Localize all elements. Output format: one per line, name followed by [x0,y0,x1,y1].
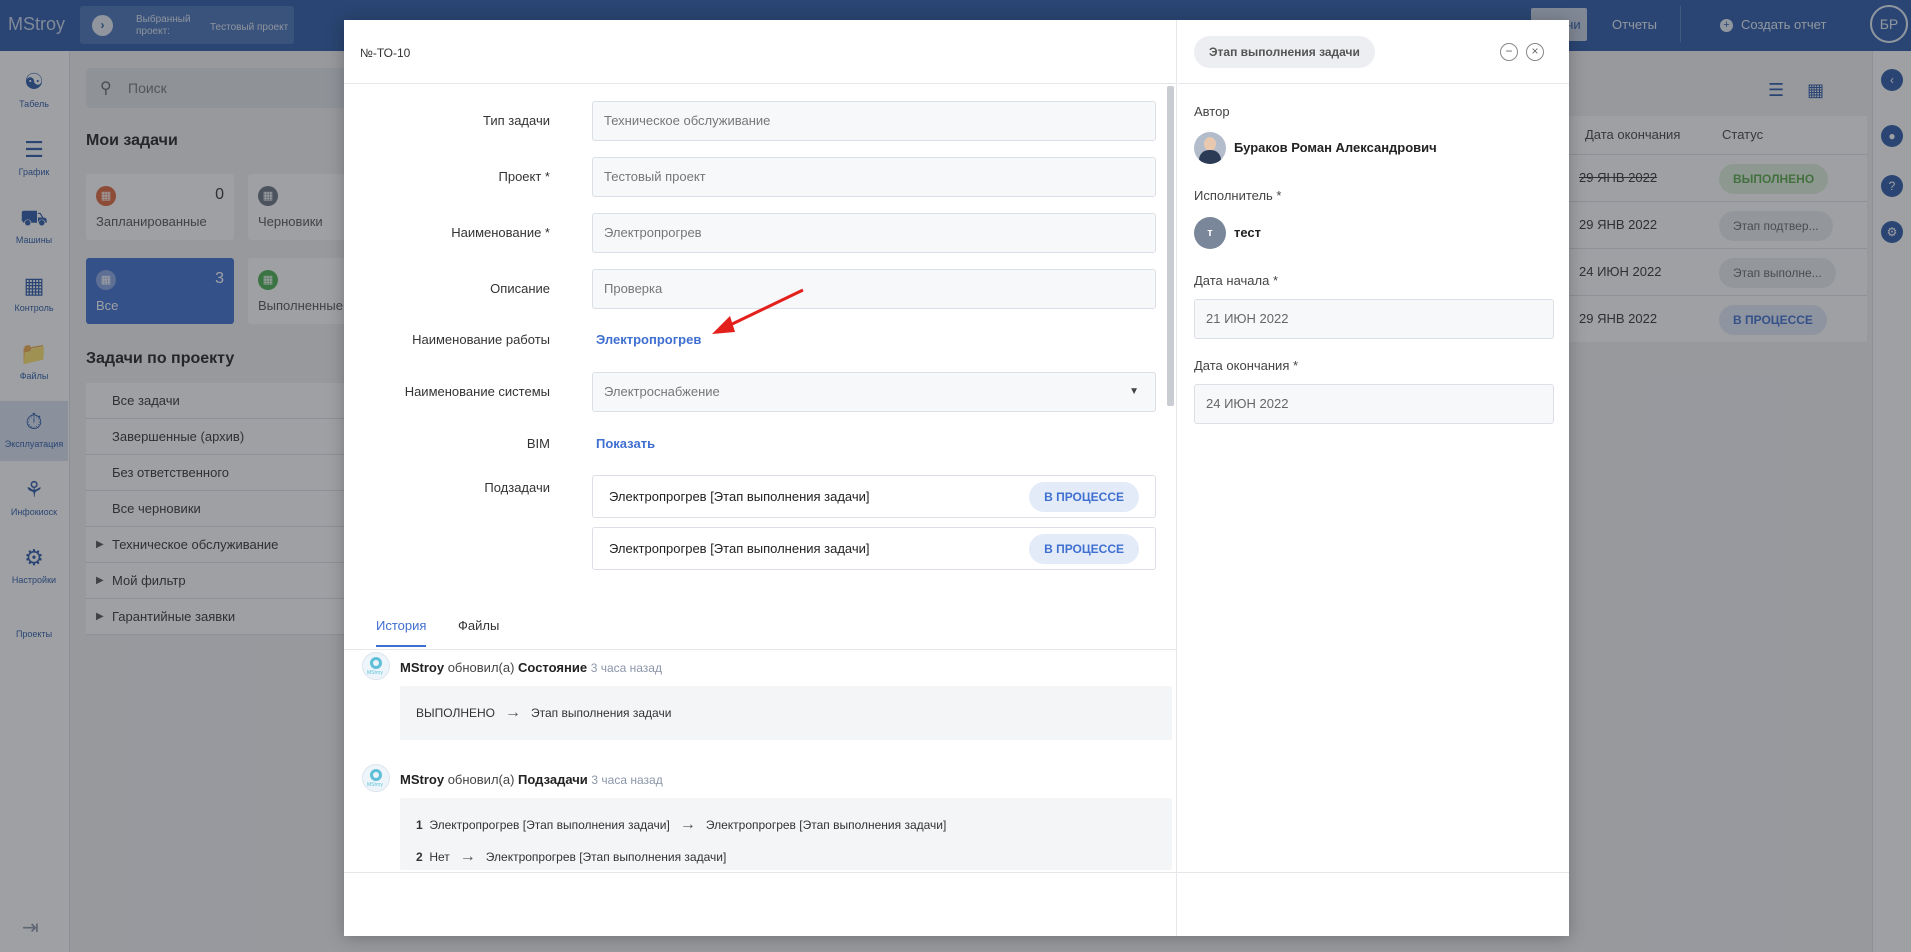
task-details-panel: №-ТО-10 Тип задачи Техническое обслужива… [344,20,1177,936]
field-label: Тип задачи [482,113,550,128]
assignee-avatar: т [1194,217,1226,249]
task-id: №-ТО-10 [360,46,411,60]
mstroy-avatar: MStroy [362,652,390,680]
modal-footer-divider [344,872,1569,873]
author-avatar [1194,132,1226,164]
field-label: Наименование работы [412,332,550,347]
task-type-input[interactable]: Техническое обслуживание [592,101,1156,141]
arrow-right-icon: → [505,704,521,721]
task-modal: №-ТО-10 Тип задачи Техническое обслужива… [344,20,1569,936]
change-index: 2 [416,850,423,864]
subtask-title: Электропрогрев [Этап выполнения задачи] [609,541,870,556]
change-row: 2 Нет → Электропрогрев [Этап выполнения за… [416,848,726,866]
field-label: Наименование * [451,225,550,240]
subtask-item[interactable]: Электропрогрев [Этап выполнения задачи] … [592,527,1156,570]
history-author: MStroy [400,772,445,787]
end-date-input[interactable]: 24 ИЮН 2022 [1194,384,1554,424]
field-label: BIM [526,436,550,451]
history-action: обновил(а) [447,772,515,787]
author-name: Бураков Роман Александрович [1234,140,1437,155]
history-field: Состояние [518,660,588,675]
modal-header: №-ТО-10 [344,20,1177,84]
assignee[interactable]: т тест [1194,217,1554,249]
history-author: MStroy [400,660,445,675]
arrow-right-icon: → [679,816,696,833]
stage-badge[interactable]: Этап выполнения задачи [1194,36,1375,68]
details-tabs: История Файлы [344,596,1177,650]
history-line: MStroy обновил(а) Подзадачи 3 часа назад [400,772,663,787]
history-time: 3 часа назад [591,773,663,787]
history-change-box: ВЫПОЛНЕНО → Этап выполнения задачи [400,686,1172,740]
tab-history[interactable]: История [376,618,427,647]
field-label: Подзадачи [484,480,550,495]
field-label: Описание [490,281,550,296]
history-change-box: 1 Электропрогрев [Этап выполнения задачи… [400,798,1172,870]
change-to: Электропрогрев [Этап выполнения задачи] [485,850,727,864]
history-field: Подзадачи [518,772,588,787]
side-panel-header: Этап выполнения задачи − × [1178,20,1569,84]
end-date-label: Дата окончания * [1194,358,1299,373]
tab-files[interactable]: Файлы [458,618,499,645]
history-time: 3 часа назад [590,661,662,675]
description-input[interactable]: Проверка [592,269,1156,309]
project-input[interactable]: Тестовый проект [592,157,1156,197]
change-from: Электропрогрев [Этап выполнения задачи] [429,818,670,832]
history-action: обновил(а) [447,660,515,675]
assignee-name: тест [1234,225,1262,240]
change-from: ВЫПОЛНЕНО [416,706,495,720]
change-from: Нет [429,850,450,864]
assignee-label: Исполнитель * [1194,188,1282,203]
history-line: MStroy обновил(а) Состояние 3 часа назад [400,660,662,675]
task-side-panel: Этап выполнения задачи − × Автор Бураков… [1178,20,1569,936]
change-to: Электропрогрев [Этап выполнения задачи] [705,818,947,832]
change-row: ВЫПОЛНЕНО → Этап выполнения задачи [416,704,671,722]
status-badge: В ПРОЦЕССЕ [1029,534,1139,564]
subtask-title: Электропрогрев [Этап выполнения задачи] [609,489,870,504]
arrow-right-icon: → [459,848,476,865]
bim-show-link[interactable]: Показать [596,436,655,451]
close-icon[interactable]: × [1526,43,1544,61]
caret-down-icon: ▼ [1129,386,1139,397]
status-badge: В ПРОЦЕССЕ [1029,482,1139,512]
field-label: Проект * [498,169,551,184]
field-label: Наименование системы [404,384,550,399]
subtask-item[interactable]: Электропрогрев [Этап выполнения задачи] … [592,475,1156,518]
mstroy-avatar: MStroy [362,764,390,792]
start-date-label: Дата начала * [1194,273,1279,288]
change-to: Этап выполнения задачи [531,706,672,720]
start-date-input[interactable]: 21 ИЮН 2022 [1194,299,1554,339]
change-row: 1 Электропрогрев [Этап выполнения задачи… [416,816,946,834]
author-label: Автор [1194,104,1230,119]
work-name-link[interactable]: Электропрогрев [596,332,701,347]
author: Бураков Роман Александрович [1194,132,1554,164]
minimize-icon[interactable]: − [1500,43,1518,61]
name-input[interactable]: Электропрогрев [592,213,1156,253]
scrollbar[interactable] [1167,86,1174,406]
system-name-select[interactable]: Электроснабжение ▼ [592,372,1156,412]
change-index: 1 [416,818,423,832]
system-name-value: Электроснабжение [604,384,720,399]
